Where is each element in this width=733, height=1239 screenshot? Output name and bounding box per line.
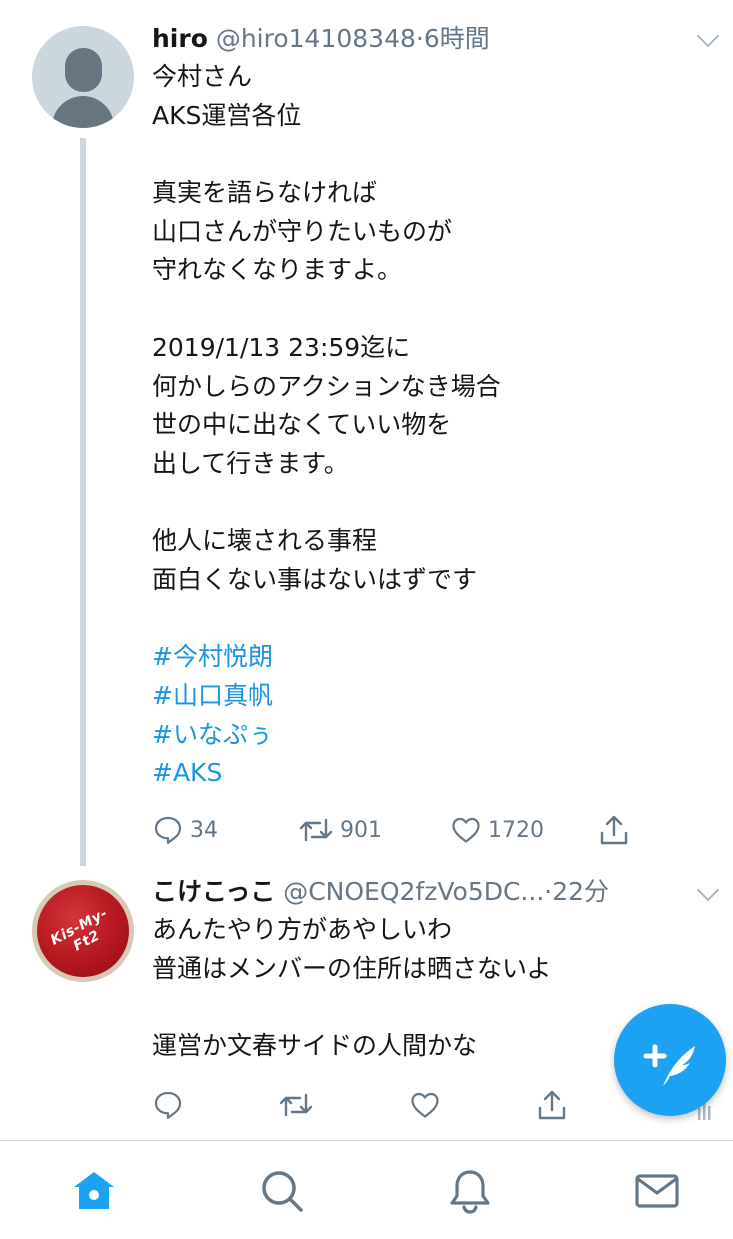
share-button[interactable] <box>536 1085 568 1125</box>
tweet-header: こけこっこ @CNOEQ2fzVo5DC...·22分 <box>152 874 609 910</box>
speech-bubble-icon <box>154 816 182 844</box>
heart-outline-icon <box>411 1092 439 1118</box>
reply-button[interactable] <box>152 1085 190 1125</box>
speech-bubble-icon <box>154 1091 182 1119</box>
tweet-line: 真実を語らなければ <box>152 178 378 208</box>
chevron-down-icon[interactable] <box>696 24 720 48</box>
tweet-timestamp[interactable]: 6時間 <box>424 24 490 53</box>
envelope-icon[interactable] <box>633 1167 681 1215</box>
thread-connector-line <box>80 138 86 866</box>
badge-avatar[interactable]: Kis-My-Ft2 <box>32 880 134 982</box>
avatar-shoulders-shape <box>52 96 114 128</box>
hashtag-link[interactable]: #AKS <box>152 754 712 793</box>
tweet-line <box>152 484 712 523</box>
home-icon[interactable] <box>70 1167 118 1215</box>
avatar-head-shape <box>65 48 102 92</box>
reply-count: 34 <box>190 817 218 843</box>
tweet-line: 何かしらのアクションなき場合 <box>152 371 501 401</box>
tweet-line: 他人に壊される事程 <box>152 526 378 556</box>
chevron-down-icon[interactable] <box>696 878 720 902</box>
retweet-button[interactable]: 901 <box>298 810 382 850</box>
retweet-arrows-icon <box>299 818 333 842</box>
retweet-button[interactable] <box>278 1085 320 1125</box>
search-icon[interactable] <box>258 1167 306 1215</box>
reply-button[interactable]: 34 <box>152 810 218 850</box>
hashtag-link[interactable]: #山口真帆 <box>152 677 712 716</box>
retweet-count: 901 <box>340 817 382 843</box>
separator-dot: · <box>415 24 424 53</box>
tweet-text: 今村さん AKS運営各位 真実を語らなければ 山口さんが守りたいものが 守れなく… <box>152 58 712 793</box>
tweet-line: AKS運営各位 <box>152 100 302 130</box>
bottom-tab-bar <box>0 1140 733 1239</box>
tweet-line <box>152 290 712 329</box>
user-handle[interactable]: @CNOEQ2fzVo5DC... <box>283 877 544 906</box>
tweet-line <box>152 135 712 174</box>
default-avatar[interactable] <box>32 26 134 128</box>
tweet-line: 面白くない事はないはずです <box>152 564 478 594</box>
user-handle[interactable]: @hiro14108348 <box>216 24 416 53</box>
tweet-line: あんたやり方があやしいわ <box>152 915 453 944</box>
tweet-line: 今村さん <box>152 62 253 91</box>
share-button[interactable] <box>598 810 630 850</box>
tweet-line: 普通はメンバーの住所は晒さないよ <box>152 953 552 983</box>
compose-tweet-button[interactable] <box>614 1004 726 1116</box>
display-name[interactable]: hiro <box>152 24 208 53</box>
share-upload-icon <box>600 815 628 845</box>
retweet-arrows-icon <box>279 1093 313 1117</box>
hashtag-link[interactable]: #いなぷぅ <box>152 716 712 755</box>
tweet-line <box>152 600 712 639</box>
tweet-header: hiro @hiro14108348·6時間 <box>152 21 490 57</box>
tweet-line: 守れなくなりますよ。 <box>152 255 403 285</box>
tweet-line: 出して行きます。 <box>152 448 349 478</box>
bell-icon[interactable] <box>446 1167 494 1215</box>
hashtag-link[interactable]: #今村悦朗 <box>152 638 712 677</box>
tweet-line: 世の中に出なくていい物を <box>152 410 452 440</box>
tweet-timestamp[interactable]: 22分 <box>552 877 609 906</box>
tweet-line: 山口さんが守りたいものが <box>152 216 453 246</box>
tweet-line: 2019/1/13 23:59迄に <box>152 332 411 362</box>
display-name[interactable]: こけこっこ <box>152 877 275 906</box>
like-count: 1720 <box>488 817 544 843</box>
like-button[interactable] <box>409 1085 447 1125</box>
share-upload-icon <box>538 1090 566 1120</box>
heart-outline-icon <box>452 817 480 843</box>
tweet-hiro[interactable]: hiro @hiro14108348·6時間 今村さん AKS運営各位 真実を語… <box>0 0 733 870</box>
compose-feather-icon <box>643 1044 695 1086</box>
like-button[interactable]: 1720 <box>450 810 544 850</box>
